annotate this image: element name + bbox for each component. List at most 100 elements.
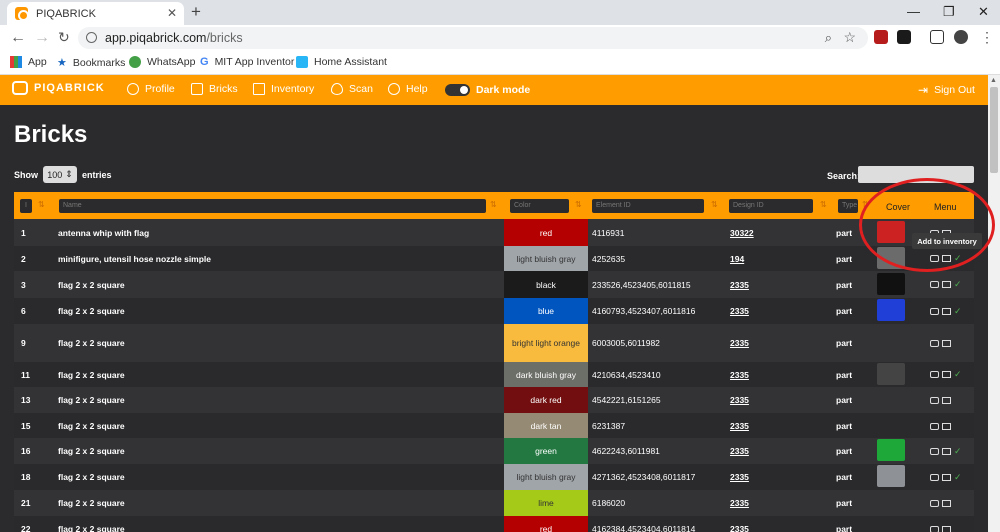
new-tab-icon[interactable]: + — [191, 2, 201, 22]
toggle-icon[interactable] — [445, 84, 470, 96]
table-row[interactable]: 21 flag 2 x 2 square lime 6186020 2335 part — [14, 490, 974, 516]
design-id-link[interactable]: 2335 — [730, 421, 749, 431]
bookmark-whatsapp[interactable]: WhatsApp — [129, 56, 195, 68]
archive-icon[interactable] — [942, 397, 951, 405]
camera-icon[interactable] — [930, 526, 939, 532]
filter-id[interactable]: I — [20, 199, 32, 213]
filter-type[interactable]: Type — [838, 199, 858, 213]
camera-icon[interactable] — [930, 447, 939, 455]
check-circle-icon[interactable]: ✓ — [954, 369, 962, 380]
filter-design-id[interactable]: Design ID — [729, 199, 813, 213]
camera-icon[interactable] — [930, 422, 939, 430]
design-id-link[interactable]: 2335 — [730, 472, 749, 482]
profile-avatar-icon[interactable] — [954, 30, 968, 44]
filter-element-id[interactable]: Element ID — [592, 199, 704, 213]
design-id-link[interactable]: 2335 — [730, 280, 749, 290]
back-icon[interactable]: ← — [10, 29, 26, 47]
archive-icon[interactable] — [942, 371, 951, 379]
nav-help[interactable]: Help — [388, 83, 428, 95]
dark-mode-toggle[interactable]: Dark mode — [445, 84, 530, 96]
sort-design-icon[interactable]: ⇅ — [820, 200, 827, 209]
table-row[interactable]: 9 flag 2 x 2 square bright light orange 600… — [14, 324, 974, 362]
archive-icon[interactable] — [942, 422, 951, 430]
table-row[interactable]: 11 flag 2 x 2 square dark bluish gray 42106… — [14, 362, 974, 387]
nav-inventory[interactable]: Inventory — [253, 83, 314, 95]
design-id-link[interactable]: 30322 — [730, 228, 754, 238]
camera-icon[interactable] — [930, 473, 939, 481]
design-id-link[interactable]: 2335 — [730, 446, 749, 456]
archive-icon[interactable] — [942, 526, 951, 532]
sort-element-icon[interactable]: ⇅ — [711, 200, 718, 209]
reload-icon[interactable]: ↻ — [58, 29, 70, 46]
table-row[interactable]: 1 antenna whip with flag red 4116931 30322 pa… — [14, 219, 974, 246]
extension-icon[interactable] — [897, 30, 911, 44]
design-id-link[interactable]: 2335 — [730, 395, 749, 405]
design-id-link[interactable]: 2335 — [730, 306, 749, 316]
ublock-icon[interactable] — [874, 30, 888, 44]
archive-icon[interactable] — [942, 307, 951, 315]
check-circle-icon[interactable]: ✓ — [954, 306, 962, 317]
camera-icon[interactable] — [930, 397, 939, 405]
logo[interactable]: PIQABRICK — [12, 81, 105, 95]
scroll-up-icon[interactable]: ▲ — [990, 77, 997, 84]
bookmark-home-assistant[interactable]: Home Assistant — [296, 56, 387, 68]
bookmark-app[interactable]: App — [10, 56, 47, 68]
minimize-icon[interactable]: — — [907, 4, 920, 19]
brick-cover-image[interactable] — [877, 362, 905, 385]
zoom-icon[interactable]: ⌕ — [825, 30, 832, 46]
filter-color[interactable]: Color — [510, 199, 569, 213]
restore-icon[interactable]: ❐ — [943, 4, 955, 20]
table-row[interactable]: 22 flag 2 x 2 square red 4162384,4523404,60… — [14, 516, 974, 532]
nav-scan[interactable]: Scan — [331, 83, 373, 95]
check-circle-icon[interactable]: ✓ — [954, 446, 962, 457]
sort-name-icon[interactable]: ⇅ — [490, 200, 497, 209]
table-row[interactable]: 16 flag 2 x 2 square green 4622243,6011981 2… — [14, 438, 974, 464]
table-row[interactable]: 18 flag 2 x 2 square light bluish gray 4271… — [14, 464, 974, 490]
scroll-thumb[interactable] — [990, 87, 998, 173]
camera-icon[interactable] — [930, 340, 939, 348]
table-row[interactable]: 3 flag 2 x 2 square black 233526,4523405,60… — [14, 271, 974, 298]
bookmark-mit-app-inventor[interactable]: G MIT App Inventor — [200, 56, 294, 68]
design-id-link[interactable]: 2335 — [730, 498, 749, 508]
archive-icon[interactable] — [942, 473, 951, 481]
archive-icon[interactable] — [942, 340, 951, 348]
check-circle-icon[interactable]: ✓ — [954, 472, 962, 483]
nav-profile[interactable]: Profile — [127, 83, 175, 95]
brick-cover-image[interactable] — [877, 299, 905, 321]
archive-icon[interactable] — [942, 500, 951, 508]
bookmark-bookmarks[interactable]: ★ Bookmarks — [57, 56, 125, 70]
url-field[interactable]: app.piqabrick.com/bricks ⌕ ☆ — [78, 27, 868, 49]
archive-icon[interactable] — [942, 447, 951, 455]
chrome-menu-icon[interactable]: ⋮ — [980, 29, 994, 46]
archive-icon[interactable] — [942, 281, 951, 289]
table-row[interactable]: 13 flag 2 x 2 square dark red 4542221,61512… — [14, 387, 974, 413]
window-close-icon[interactable]: ✕ — [978, 4, 989, 20]
browser-tab[interactable]: PIQABRICK ✕ — [7, 2, 184, 25]
design-id-link[interactable]: 194 — [730, 254, 744, 264]
table-row[interactable]: 2 minifigure, utensil hose nozzle simple l… — [14, 246, 974, 271]
bookmark-star-icon[interactable]: ☆ — [843, 29, 856, 46]
camera-icon[interactable] — [930, 500, 939, 508]
sign-out-button[interactable]: ⇥ Sign Out — [918, 83, 975, 97]
brick-cover-image[interactable] — [877, 272, 905, 295]
filter-name[interactable]: Name — [59, 199, 486, 213]
camera-icon[interactable] — [930, 371, 939, 379]
entries-select[interactable]: 100 ⇕ — [43, 166, 77, 183]
nav-bricks[interactable]: Bricks — [191, 83, 238, 95]
table-row[interactable]: 15 flag 2 x 2 square dark tan 6231387 2335 pa… — [14, 413, 974, 438]
design-id-link[interactable]: 2335 — [730, 524, 749, 532]
brick-cover-image[interactable] — [877, 465, 905, 487]
page-scrollbar[interactable]: ▲ — [988, 75, 1000, 532]
check-circle-icon[interactable]: ✓ — [954, 279, 962, 290]
media-icon[interactable] — [930, 30, 944, 44]
camera-icon[interactable] — [930, 307, 939, 315]
forward-icon[interactable]: → — [34, 29, 50, 47]
tab-close-icon[interactable]: ✕ — [167, 6, 177, 20]
design-id-link[interactable]: 2335 — [730, 370, 749, 380]
sort-id-icon[interactable]: ⇅ — [38, 200, 45, 209]
brick-cover-image[interactable] — [877, 439, 905, 461]
camera-icon[interactable] — [930, 281, 939, 289]
design-id-link[interactable]: 2335 — [730, 338, 749, 348]
table-row[interactable]: 6 flag 2 x 2 square blue 4160793,4523407,60… — [14, 298, 974, 324]
sort-color-icon[interactable]: ⇅ — [575, 200, 582, 209]
